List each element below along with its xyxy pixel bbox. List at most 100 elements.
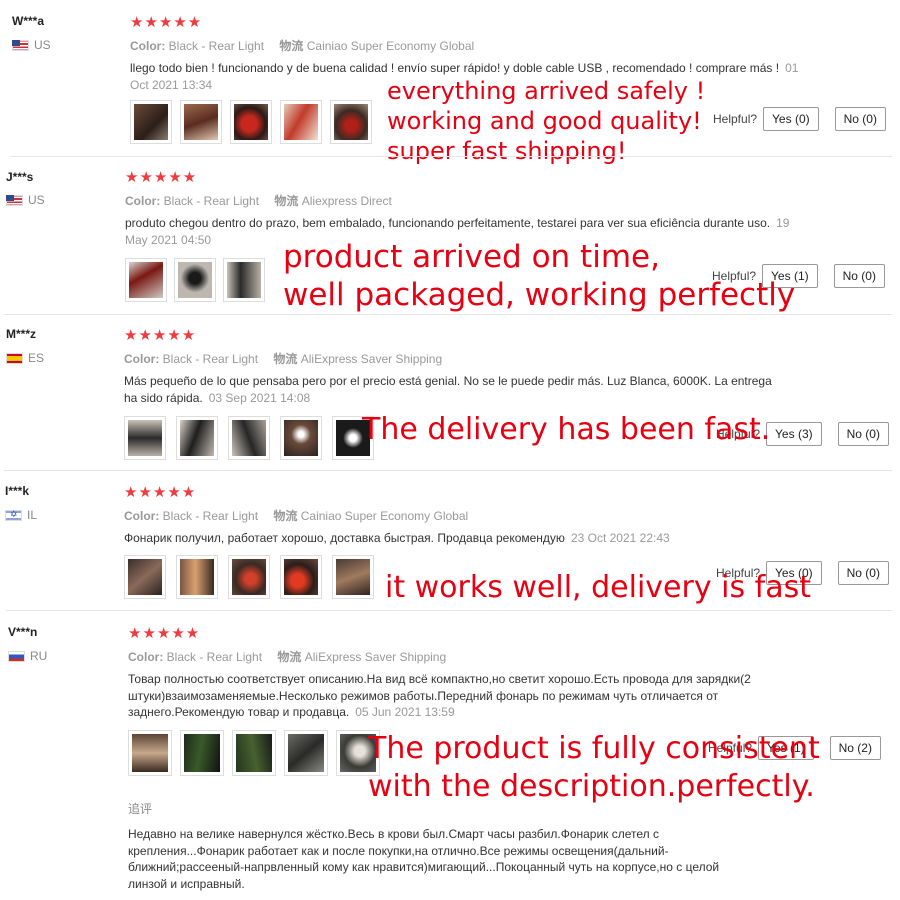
reviewer-name: I***k: [5, 484, 30, 498]
star-rating: ★★★★★: [128, 625, 201, 642]
review-photo[interactable]: [124, 416, 166, 460]
helpful-yes-button[interactable]: Yes (0): [763, 107, 819, 131]
us-flag-icon: [12, 39, 29, 51]
review-date: 03 Sep 2021 14:08: [208, 390, 311, 405]
overlay-line: with the description.perfectly.: [368, 769, 815, 804]
overlay-line: super fast shipping!: [387, 137, 627, 165]
helpful-yes-button[interactable]: Yes (3): [766, 422, 822, 446]
shipping-value: Aliexpress Direct: [301, 194, 392, 208]
review-date: 05 Jun 2021 13:59: [355, 705, 455, 719]
overlay-line: well packaged, working perfectly: [283, 277, 796, 313]
country-code: RU: [30, 649, 48, 663]
color-label: Color:: [124, 509, 160, 523]
country-code: US: [34, 38, 51, 52]
review-text: Más pequeño de lo que pensaba pero por e…: [124, 373, 784, 406]
helpful-no-button[interactable]: No (0): [837, 561, 889, 585]
review-date: 23 Oct 2021 22:43: [570, 531, 670, 545]
review-text: Товар полностью соответствует описанию.Н…: [128, 671, 798, 721]
reviewer-country: RU: [8, 649, 47, 663]
color-label: Color:: [128, 650, 164, 664]
review-photo[interactable]: [124, 555, 166, 599]
color-value: Black - Rear Light: [162, 352, 259, 366]
helpful-no-button[interactable]: No (0): [833, 264, 885, 288]
review-body: Фонарик получил, работает хорошо, достав…: [124, 531, 565, 545]
review-photo[interactable]: [128, 730, 172, 776]
star-rating: ★★★★★: [130, 14, 203, 31]
reviewer-country: ES: [6, 351, 44, 365]
review-photo[interactable]: [284, 730, 328, 776]
review-photos: [128, 730, 380, 776]
shipping-label: 物流: [277, 650, 302, 664]
shipping-value: Cainiao Super Economy Global: [306, 39, 475, 53]
review-photo[interactable]: [176, 416, 218, 460]
star-rating: ★★★★★: [125, 169, 198, 186]
shipping-value: AliExpress Saver Shipping: [304, 650, 447, 664]
color-value: Black - Rear Light: [168, 39, 265, 53]
color-value: Black - Rear Light: [162, 509, 259, 523]
country-code: US: [28, 193, 45, 207]
review-divider: [4, 314, 892, 315]
helpful-no-button[interactable]: No (0): [834, 107, 886, 131]
review-photo[interactable]: [332, 555, 374, 599]
shipping-label: 物流: [273, 352, 298, 366]
country-code: ES: [28, 351, 45, 365]
review-meta: Color: Black - Rear Light 物流 Cainiao Sup…: [124, 507, 480, 524]
review-photo[interactable]: [228, 555, 270, 599]
review-photo[interactable]: [228, 416, 270, 460]
ru-flag-icon: [8, 650, 25, 662]
followup-label: 追评: [128, 802, 153, 816]
review-photo[interactable]: [330, 100, 372, 144]
review-meta: Color: Black - Rear Light 物流 Cainiao Sup…: [130, 37, 486, 54]
helpful-no-button[interactable]: No (2): [829, 736, 881, 760]
reviewer-name: M***z: [6, 327, 37, 341]
review-divider: [6, 610, 892, 611]
followup-text: Недавно на велике навернулся жёстко.Весь…: [128, 827, 720, 891]
reviewer-country: US: [12, 38, 51, 52]
review-photos: [130, 100, 372, 144]
review-photo[interactable]: [176, 555, 218, 599]
us-flag-icon: [6, 194, 23, 206]
shipping-label: 物流: [279, 39, 304, 53]
review-photo[interactable]: [174, 258, 216, 302]
star-rating: ★★★★★: [124, 484, 197, 501]
il-flag-icon: [5, 509, 22, 521]
translation-overlay: everything arrived safely ! working and …: [387, 76, 705, 166]
review-text: Фонарик получил, работает хорошо, достав…: [124, 530, 824, 547]
review-photos: [124, 416, 374, 460]
review-meta: Color: Black - Rear Light 物流 AliExpress …: [124, 350, 454, 367]
review-photo[interactable]: [223, 258, 265, 302]
color-label: Color:: [130, 39, 166, 53]
translation-overlay: product arrived on time, well packaged, …: [283, 238, 795, 314]
review-photo[interactable]: [232, 730, 276, 776]
review-photos: [124, 555, 374, 599]
helpful-label: Helpful?: [713, 112, 758, 126]
review-photo[interactable]: [180, 100, 222, 144]
translation-overlay: it works well, delivery is fast: [385, 569, 811, 607]
review-photo[interactable]: [130, 100, 172, 144]
overlay-line: it works well, delivery is fast: [385, 570, 811, 605]
color-label: Color:: [124, 352, 160, 366]
overlay-line: everything arrived safely !: [387, 77, 706, 105]
color-label: Color:: [125, 194, 161, 208]
es-flag-icon: [6, 352, 23, 364]
review-photo[interactable]: [280, 555, 322, 599]
shipping-label: 物流: [274, 194, 299, 208]
shipping-label: 物流: [273, 509, 298, 523]
review-photo[interactable]: [125, 258, 167, 302]
overlay-line: product arrived on time,: [283, 239, 660, 275]
reviewer-name: J***s: [6, 170, 34, 184]
review-divider: [4, 470, 892, 471]
review-photo[interactable]: [280, 100, 322, 144]
overlay-line: The delivery has been fast.: [362, 412, 771, 447]
review-photo[interactable]: [230, 100, 272, 144]
review-divider: [10, 156, 892, 157]
review-photo[interactable]: [180, 730, 224, 776]
translation-overlay: The product is fully consistent with the…: [368, 730, 820, 806]
country-code: IL: [27, 508, 38, 522]
review-body: llego todo bien ! funcionando y de buena…: [130, 61, 780, 75]
helpful-no-button[interactable]: No (0): [837, 422, 889, 446]
review-photo[interactable]: [280, 416, 322, 460]
overlay-line: working and good quality!: [387, 107, 702, 135]
color-value: Black - Rear Light: [166, 650, 263, 664]
review-meta: Color: Black - Rear Light 物流 AliExpress …: [128, 648, 458, 665]
